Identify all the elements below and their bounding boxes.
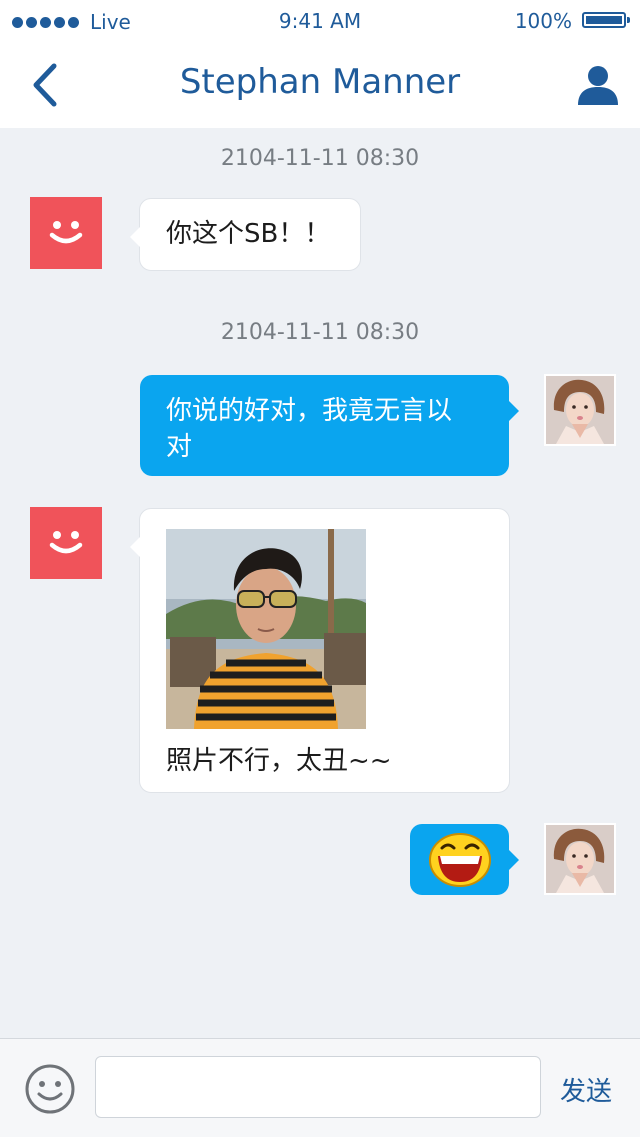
- message-bubble-incoming[interactable]: 你这个SB！！: [130, 198, 361, 271]
- attached-photo[interactable]: [166, 529, 366, 729]
- bubble-tail: [509, 401, 519, 421]
- page-title: Stephan Manner: [179, 62, 461, 102]
- user-photo: [546, 825, 614, 893]
- smiley-avatar-icon: [49, 531, 83, 554]
- emoji-button[interactable]: [24, 1063, 76, 1115]
- battery-icon: [582, 12, 626, 28]
- user-photo: [546, 376, 614, 444]
- message-text-line: 对: [166, 432, 193, 462]
- bubble-tail: [130, 537, 140, 557]
- bubble-tail: [130, 227, 140, 247]
- smiley-avatar-icon: [49, 221, 83, 244]
- photo-image: [166, 529, 366, 729]
- contact-avatar[interactable]: [30, 197, 102, 269]
- smiley-icon: [25, 1064, 75, 1114]
- message-text: 你这个SB！！: [166, 219, 331, 249]
- nav-bar: Stephan Manner: [0, 40, 640, 128]
- battery-percent: 100%: [514, 9, 572, 33]
- message-timestamp: 2104-11-11 08:30: [220, 146, 420, 171]
- input-bar: 发送: [0, 1038, 640, 1137]
- status-bar: Live 9:41 AM 100%: [0, 0, 640, 40]
- message-bubble-incoming[interactable]: 照片不行，太丑~~: [130, 508, 510, 793]
- contact-avatar[interactable]: [30, 507, 102, 579]
- message-caption: 照片不行，太丑~~: [166, 746, 392, 776]
- user-avatar[interactable]: [544, 374, 616, 446]
- message-text-line: 你说的好对，我竟无言以: [166, 396, 453, 426]
- battery-cap: [627, 17, 630, 23]
- laughing-face-icon: [429, 833, 491, 887]
- message-input[interactable]: [95, 1056, 541, 1118]
- user-avatar[interactable]: [544, 823, 616, 895]
- profile-button[interactable]: [576, 64, 620, 106]
- message-timestamp: 2104-11-11 08:30: [220, 320, 420, 345]
- person-icon: [578, 66, 618, 105]
- message-bubble-outgoing[interactable]: 你说的好对，我竟无言以 对: [140, 375, 519, 476]
- message-bubble-outgoing[interactable]: [410, 824, 519, 895]
- send-button[interactable]: 发送: [560, 1071, 612, 1108]
- bubble-tail: [509, 850, 519, 870]
